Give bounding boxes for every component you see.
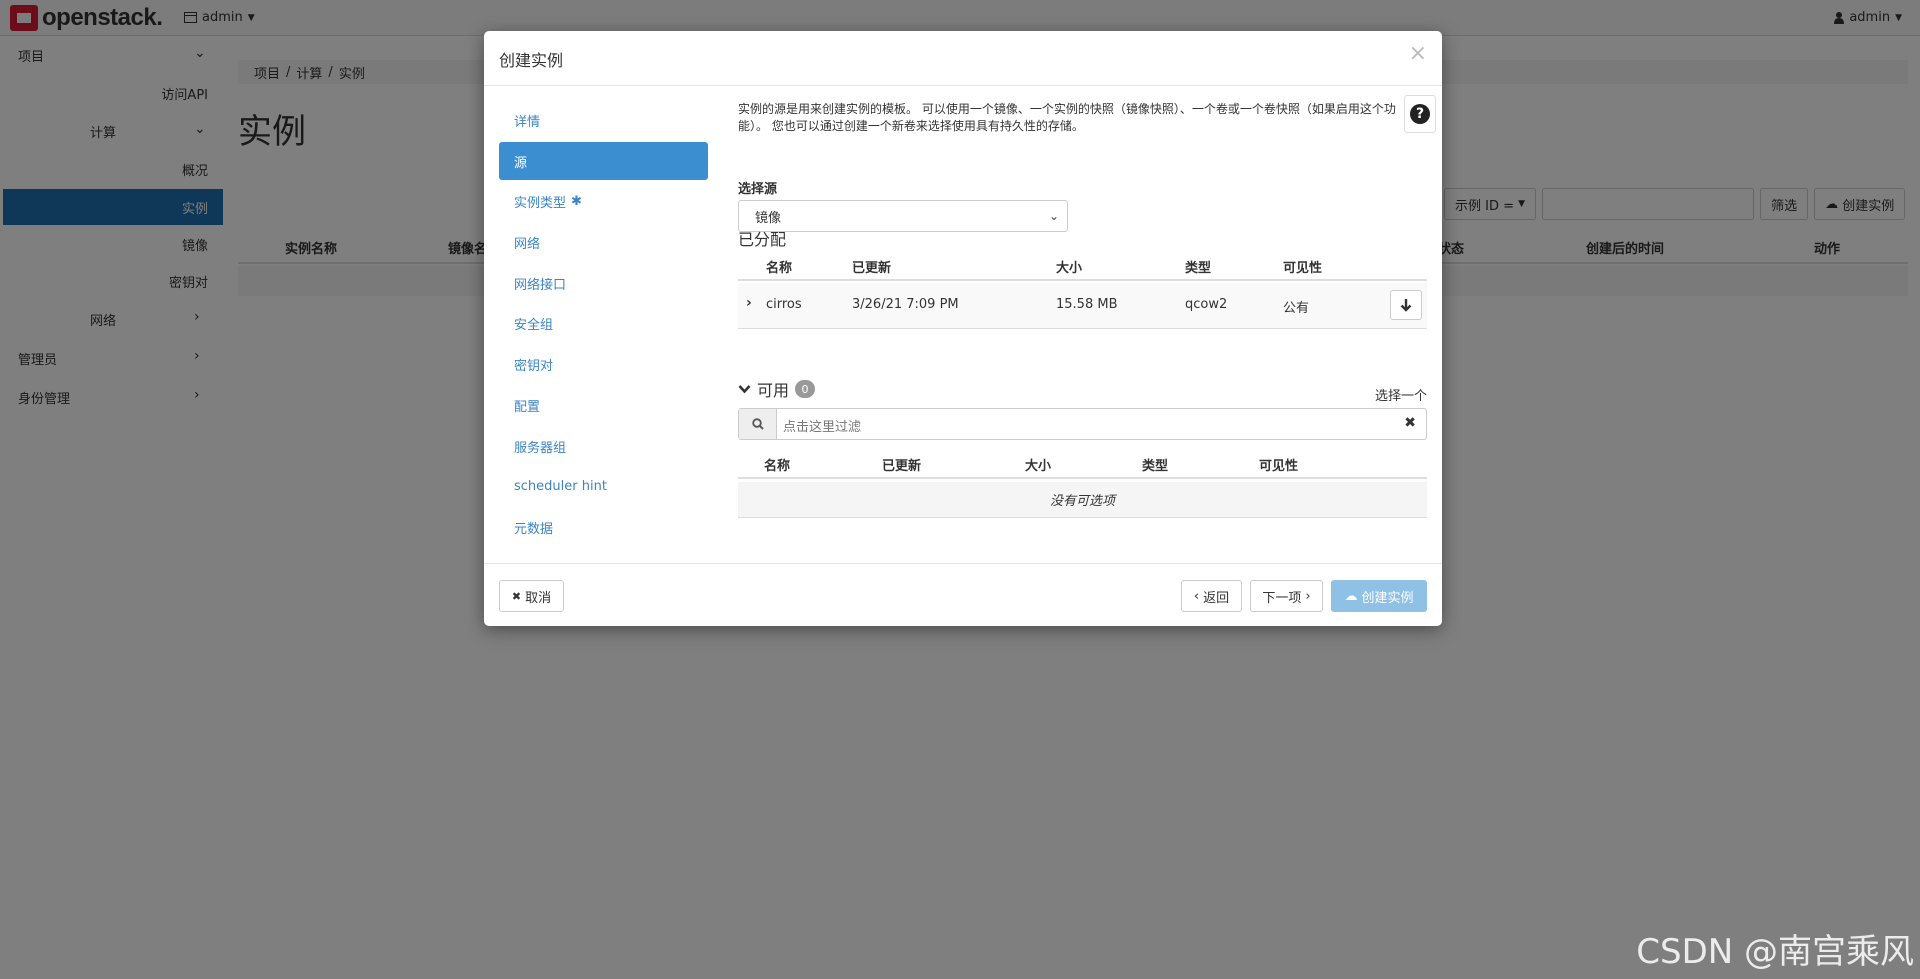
available-toggle[interactable]: 可用 0 [738, 377, 816, 401]
chevron-down-icon [738, 385, 751, 394]
cancel-button[interactable]: ✖ 取消 [499, 580, 564, 612]
chevron-right-icon[interactable]: › [746, 295, 752, 311]
back-button[interactable]: ‹ 返回 [1181, 580, 1242, 612]
wizard-step-security-groups[interactable]: 安全组 [499, 304, 708, 342]
wizard-step-source[interactable]: 源 [499, 142, 708, 180]
wizard-step-networks[interactable]: 网络 [499, 223, 708, 261]
select-source-label: 选择源 [738, 182, 778, 197]
arrow-down-icon [1400, 299, 1412, 312]
available-table-header: 名称 已更新 大小 类型 可见性 [738, 449, 1427, 479]
close-icon: ✖ [511, 589, 522, 603]
help-text: 实例的源是用来创建实例的模板。 可以使用一个镜像、一个实例的快照（镜像快照）、一… [738, 102, 1396, 133]
allocated-title: 已分配 [738, 230, 787, 249]
modal-footer: ✖ 取消 ‹ 返回 下一项 › ☁ 创建实例 [484, 563, 1442, 626]
chevron-down-icon: ⌄ [1048, 209, 1059, 223]
wizard-step-details[interactable]: 详情 [499, 101, 708, 139]
boot-source-select[interactable]: 镜像 ⌄ [738, 200, 1068, 232]
required-asterisk-icon: ✱ [571, 193, 582, 209]
search-icon-addon [739, 409, 777, 439]
wizard-step-key-pair[interactable]: 密钥对 [499, 345, 708, 383]
table-row: › cirros 3/26/21 7:09 PM 15.58 MB qcow2 … [738, 283, 1427, 329]
empty-table-message: 没有可选项 [738, 482, 1427, 518]
modal-title: 创建实例 [499, 51, 564, 70]
wizard-step-network-ports[interactable]: 网络接口 [499, 264, 708, 302]
close-icon[interactable]: × [1409, 41, 1427, 66]
next-button[interactable]: 下一项 › [1250, 580, 1323, 612]
wizard-step-scheduler-hints[interactable]: scheduler hint [499, 467, 708, 505]
select-one-hint: 选择一个 [1374, 389, 1427, 404]
available-filter-field[interactable]: 点击这里过滤 ✖ [738, 408, 1427, 440]
wizard-step-flavor[interactable]: 实例类型 ✱ [499, 182, 708, 220]
question-icon: ? [1410, 104, 1430, 124]
deallocate-button[interactable] [1390, 290, 1422, 320]
modal-header: 创建实例 × [484, 31, 1442, 86]
clear-filter-icon[interactable]: ✖ [1404, 415, 1416, 431]
available-count-badge: 0 [795, 380, 816, 398]
chevron-left-icon: ‹ [1193, 588, 1200, 604]
available-title: 可用 [757, 381, 790, 400]
help-button[interactable]: ? [1404, 95, 1436, 133]
allocated-table-header: 名称 已更新 大小 类型 可见性 [738, 251, 1427, 281]
wizard-step-server-groups[interactable]: 服务器组 [499, 427, 708, 465]
chevron-right-icon: › [1305, 588, 1311, 604]
search-icon [751, 418, 764, 430]
watermark-text: CSDN @南宫乘风 [1636, 932, 1914, 972]
filter-input[interactable]: 点击这里过滤 [783, 416, 861, 435]
launch-instance-modal: 创建实例 × 详情 源 实例类型 ✱ 网络 网络接口 安全组 密钥对 配置 服务器… [484, 31, 1442, 626]
launch-instance-button[interactable]: ☁ 创建实例 [1331, 580, 1427, 612]
wizard-step-configuration[interactable]: 配置 [499, 386, 708, 424]
cloud-upload-icon: ☁ [1344, 588, 1358, 604]
wizard-step-metadata[interactable]: 元数据 [499, 508, 708, 546]
